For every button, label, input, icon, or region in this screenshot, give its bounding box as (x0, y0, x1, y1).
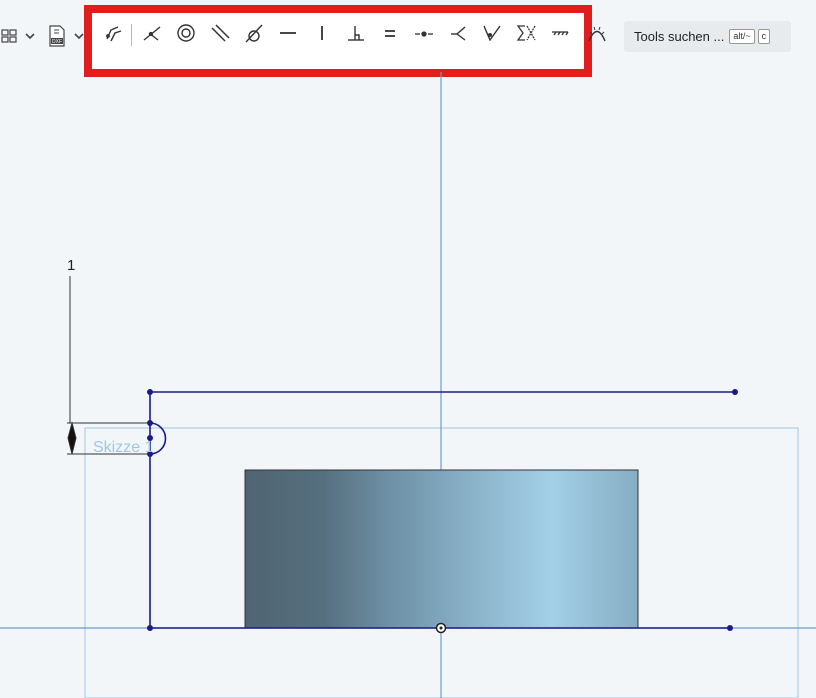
curvature-icon[interactable] (584, 20, 610, 46)
perpendicular-icon[interactable] (343, 20, 369, 46)
vertical-icon[interactable] (309, 20, 335, 46)
toolbar-divider (131, 24, 132, 46)
toolbar: DXF Tools suchen ... alt/~ c (0, 0, 816, 77)
symmetric-icon[interactable] (513, 20, 539, 46)
shortcut-key: c (757, 29, 771, 44)
tool-search-button[interactable]: Tools suchen ... alt/~ c (624, 21, 791, 52)
concentric-icon[interactable] (173, 20, 199, 46)
dimension[interactable] (67, 276, 150, 455)
equal-icon[interactable] (377, 20, 403, 46)
fix-icon[interactable] (547, 20, 573, 46)
sketch-canvas[interactable]: 1 Skizze 1 (0, 72, 816, 698)
normal-icon[interactable] (445, 20, 471, 46)
dxf-export-icon[interactable]: DXF (46, 22, 68, 50)
coincident-icon[interactable] (139, 20, 165, 46)
sketch-label[interactable]: Skizze 1 (93, 439, 154, 456)
dimension-value[interactable]: 1 (67, 257, 75, 274)
parallel-icon[interactable] (207, 20, 233, 46)
midpoint-icon[interactable] (411, 20, 437, 46)
horizontal-icon[interactable] (275, 20, 301, 46)
search-label: Tools suchen ... (634, 29, 725, 44)
extruded-body[interactable] (244, 469, 639, 629)
pierce-icon[interactable] (479, 20, 505, 46)
chevron-down-icon[interactable] (22, 22, 38, 50)
tangent-icon[interactable] (241, 20, 267, 46)
grid-view-icon[interactable] (0, 22, 18, 50)
shortcut-key: alt/~ (729, 29, 755, 44)
dxf-badge: DXF (52, 39, 62, 45)
offset-edge-icon[interactable] (101, 20, 127, 46)
